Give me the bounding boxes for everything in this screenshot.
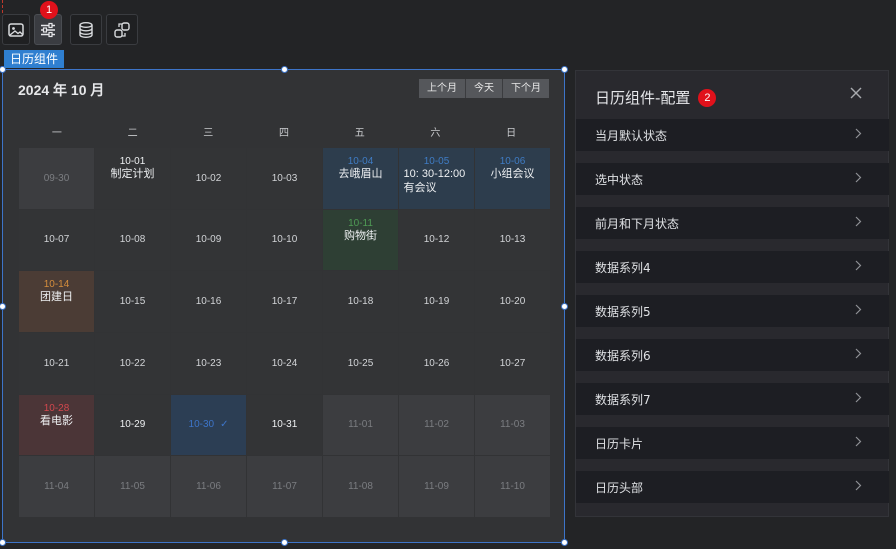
config-item[interactable]: 日历头部: [576, 471, 889, 503]
config-item-label: 数据系列7: [595, 392, 651, 407]
chevron-right-icon: [854, 216, 862, 230]
step-badge-2: 2: [698, 88, 717, 107]
config-item-label: 前月和下月状态: [595, 216, 680, 231]
step-badge-1: 1: [40, 1, 58, 19]
config-item[interactable]: 数据系列7: [576, 383, 889, 415]
config-item-label: 日历卡片: [595, 436, 644, 451]
sliders-icon: [41, 22, 55, 37]
config-item-label: 当月默认状态: [595, 128, 668, 143]
image-button[interactable]: [2, 14, 30, 45]
config-item-label: 数据系列4: [595, 260, 651, 275]
config-item[interactable]: 日历卡片: [576, 427, 889, 459]
chevron-right-icon: [854, 172, 862, 186]
data-button[interactable]: [70, 14, 102, 45]
chevron-right-icon: [854, 304, 862, 318]
resize-handle[interactable]: [561, 303, 568, 310]
resize-handle[interactable]: [0, 66, 6, 73]
chevron-right-icon: [854, 348, 862, 362]
close-icon[interactable]: [849, 86, 863, 100]
config-list: 当月默认状态 选中状态前月和下月状态 数据系列4 数据系列5 数据系列6 数据系列7 日历卡…: [576, 119, 889, 515]
config-item-label: 日历头部: [595, 480, 644, 495]
resize-handle[interactable]: [561, 66, 568, 73]
selection-frame: [0, 66, 568, 546]
config-item[interactable]: 数据系列6: [576, 339, 889, 371]
database-icon: [79, 21, 93, 38]
resize-handle[interactable]: [281, 539, 288, 546]
resize-handle[interactable]: [281, 66, 288, 73]
config-item[interactable]: 数据系列4: [576, 251, 889, 283]
config-item-label: 数据系列5: [595, 304, 651, 319]
settings-button[interactable]: 1: [34, 1, 62, 45]
chevron-right-icon: [854, 128, 862, 142]
toolbar: 1: [2, 1, 138, 45]
link-icon: [114, 21, 130, 38]
config-item-label: 数据系列6: [595, 348, 651, 363]
config-item[interactable]: 当月默认状态: [576, 119, 889, 151]
component-tag[interactable]: 日历组件: [4, 50, 65, 68]
chevron-right-icon: [854, 392, 862, 406]
image-icon: [8, 22, 24, 37]
config-item[interactable]: 前月和下月状态: [576, 207, 889, 239]
chevron-right-icon: [854, 480, 862, 494]
resize-handle[interactable]: [561, 539, 568, 546]
config-item[interactable]: 数据系列5: [576, 295, 889, 327]
panel-title-text: 日历组件-配置: [595, 89, 691, 107]
config-item[interactable]: 选中状态: [576, 163, 889, 195]
chevron-right-icon: [854, 260, 862, 274]
panel-title: 日历组件-配置 2: [595, 87, 717, 108]
chevron-right-icon: [854, 436, 862, 450]
resize-handle[interactable]: [0, 303, 6, 310]
config-item-label: 选中状态: [595, 172, 644, 187]
guide-line: [2, 0, 3, 13]
interaction-button[interactable]: [106, 14, 138, 45]
config-panel: 日历组件-配置 2 当月默认状态 选中状态前月和下月状态 数据系列4 数据系列5 数据系…: [575, 70, 889, 517]
resize-handle[interactable]: [0, 539, 6, 546]
